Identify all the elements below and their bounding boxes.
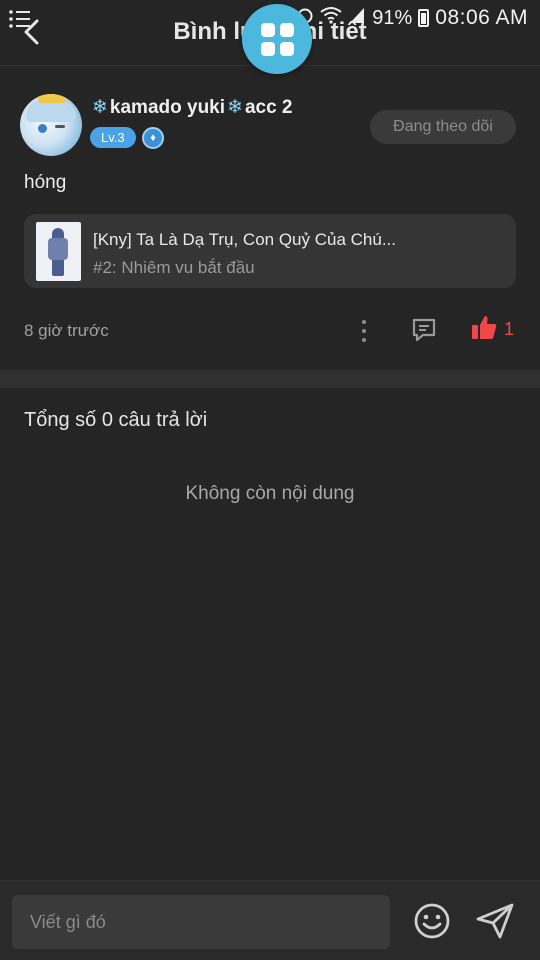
username-main: kamado yuki [109, 96, 226, 118]
empty-state-text: Không còn nội dung [185, 483, 355, 504]
level-badge: Lv.3 [90, 127, 136, 148]
avatar[interactable] [20, 94, 82, 156]
story-reference-card[interactable]: [Kny] Ta Là Dạ Trụ, Con Quỷ Của Chú... #… [24, 214, 516, 288]
snowflake-icon: ❄ [227, 97, 243, 118]
reply-icon[interactable] [410, 316, 438, 344]
comment-card: ❄ kamado yuki ❄ acc 2 Lv.3 ♦ Đang theo d… [0, 66, 540, 370]
following-button[interactable]: Đang theo dõi [370, 110, 516, 144]
more-options-icon[interactable] [356, 318, 372, 344]
medal-icon: ♦ [142, 127, 164, 149]
comment-text: hóng [24, 172, 67, 193]
timestamp: 8 giờ trước [24, 321, 109, 340]
replies-count: Tổng số 0 câu trả lời [24, 409, 208, 431]
comment-input[interactable] [12, 895, 390, 949]
like-count: 1 [504, 319, 515, 339]
comment-composer [0, 880, 540, 960]
grid-icon [260, 22, 294, 56]
menu-fab-button[interactable] [242, 4, 312, 74]
chapter-title: #2: Nhiêm vu bắt đầu [93, 258, 255, 277]
section-divider [0, 370, 540, 388]
story-thumbnail [36, 222, 81, 281]
send-icon[interactable] [474, 901, 516, 941]
thumbs-up-icon[interactable] [470, 314, 498, 342]
snowflake-icon: ❄ [92, 97, 108, 118]
story-title: [Kny] Ta Là Dạ Trụ, Con Quỷ Của Chú... [93, 230, 397, 249]
username-suffix: acc 2 [244, 96, 293, 118]
emoji-icon[interactable] [412, 901, 452, 941]
username[interactable]: ❄ kamado yuki ❄ acc 2 [92, 96, 293, 119]
